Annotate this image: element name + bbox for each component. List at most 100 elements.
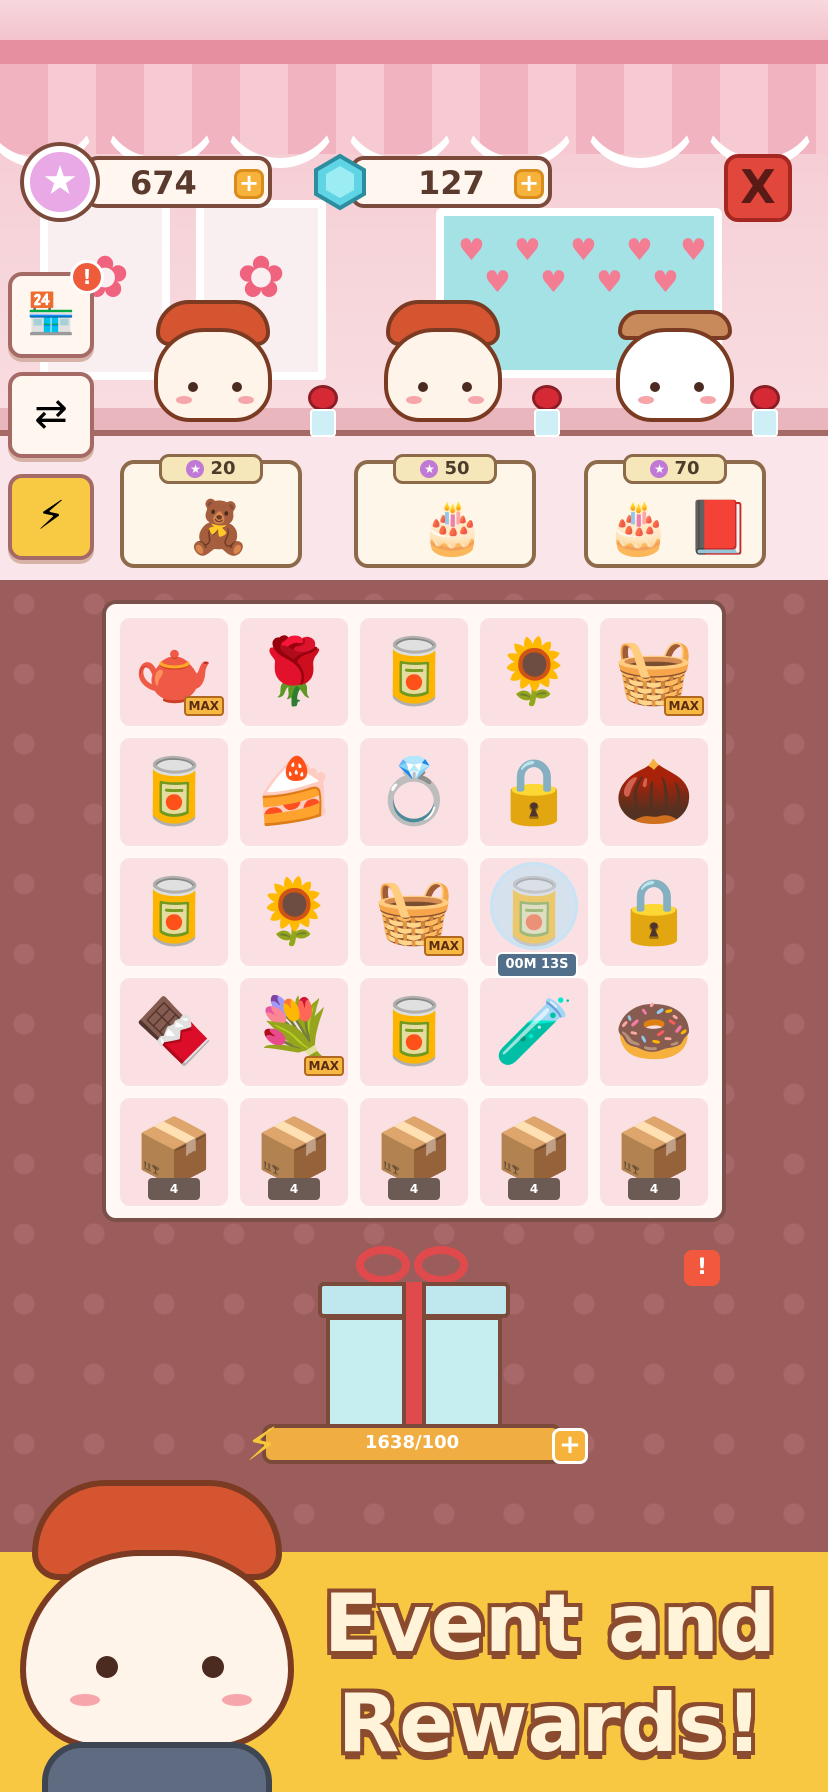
sunflower-icon: 🌻	[254, 875, 334, 949]
board-cell[interactable]: 🌻	[240, 858, 348, 966]
gift-box-generator[interactable]	[318, 1244, 510, 1428]
sunflower-seed-icon: 🌰	[614, 755, 694, 829]
character-blush	[468, 396, 484, 404]
heart-lock-icon: 🔒	[614, 875, 694, 949]
gem-currency-value: 127	[418, 164, 485, 202]
gem-currency-bar: 127 +	[350, 156, 552, 208]
character-face	[616, 328, 734, 422]
board-cell[interactable]: 🍫	[120, 978, 228, 1086]
offer-card[interactable]: ★ 50 🎂	[354, 454, 536, 568]
donut-icon: 🍩	[614, 995, 694, 1069]
board-cell[interactable]: 🥫 00M 13S	[480, 858, 588, 978]
lock-level-tag: 4	[268, 1178, 320, 1200]
potion-bottle-icon: 🧪	[494, 995, 574, 1069]
star-currency-value: 674	[130, 164, 197, 202]
shop-icon: 🏪	[26, 291, 76, 337]
sunflower-icon: 🌻	[494, 635, 574, 709]
chocolate-bar-icon: 🍫	[134, 995, 214, 1069]
add-gems-button[interactable]: +	[514, 169, 544, 199]
board-cell[interactable]: 🌻	[480, 618, 588, 726]
board-cell[interactable]: 🧺 MAX	[600, 618, 708, 726]
cake-icon: 🎂	[606, 498, 671, 558]
locked-cell[interactable]: 📦 4	[120, 1098, 228, 1206]
board-cell[interactable]: 🌰	[600, 738, 708, 846]
board-cell[interactable]: 🍩	[600, 978, 708, 1086]
teddy-bear-icon: 🧸	[186, 498, 251, 558]
board-cell[interactable]: 🥫	[120, 738, 228, 846]
promo-line-2: Rewards!	[337, 1677, 763, 1770]
close-button[interactable]: X	[724, 154, 792, 222]
board-cell[interactable]: 🧪	[480, 978, 588, 1086]
generator-alert-badge[interactable]: !	[684, 1250, 720, 1286]
rose-vase-icon	[748, 385, 782, 437]
drink-can-icon: 🥫	[134, 875, 214, 949]
awning	[0, 40, 828, 64]
locked-cell[interactable]: 📦 4	[360, 1098, 468, 1206]
offer-price: 50	[444, 458, 470, 479]
offer-price: 20	[210, 458, 236, 479]
locked-cell[interactable]: 📦 4	[480, 1098, 588, 1206]
offer-price-tag: ★ 50	[393, 454, 497, 484]
board-cell[interactable]: 🫖 MAX	[120, 618, 228, 726]
swap-button[interactable]: ⇄	[8, 372, 94, 458]
promo-headline: Event and Rewards!	[300, 1574, 800, 1774]
character-blush	[238, 396, 254, 404]
offer-card[interactable]: ★ 70 🎂 📕	[584, 454, 766, 568]
board-cell[interactable]: 🍰	[240, 738, 348, 846]
book-icon: 📕	[686, 498, 751, 558]
mascot-blush	[222, 1694, 252, 1706]
lightning-bolt-icon: ⚡	[245, 1417, 279, 1471]
cake-icon: 🎂	[420, 498, 485, 558]
board-cell[interactable]: 🥫	[360, 978, 468, 1086]
max-tag: MAX	[303, 1056, 344, 1076]
hamster-chef-character[interactable]	[148, 300, 278, 430]
hamster-mascot	[12, 1480, 302, 1792]
curtain-drape	[580, 108, 700, 168]
board-cell[interactable]: 💍	[360, 738, 468, 846]
gift-ribbon	[402, 1282, 426, 1428]
character-blush	[638, 396, 654, 404]
mascot-eye	[96, 1656, 118, 1678]
star-currency-icon	[24, 146, 96, 218]
lock-level-tag: 4	[628, 1178, 680, 1200]
shop-alert-badge: !	[70, 260, 104, 294]
lock-level-tag: 4	[508, 1178, 560, 1200]
rose-icon: 🌹	[254, 635, 334, 709]
energy-progress-bar: 1638/100	[262, 1424, 562, 1464]
star-mini-icon: ★	[420, 460, 439, 478]
add-energy-button[interactable]: +	[552, 1428, 588, 1464]
board-cell[interactable]: 🔒	[600, 858, 708, 966]
board-cell[interactable]: 🌹	[240, 618, 348, 726]
board-cell[interactable]: 🥫	[360, 618, 468, 726]
promo-line-1: Event and	[323, 1577, 777, 1670]
character-eye	[232, 382, 242, 392]
board-cell[interactable]: 💐 MAX	[240, 978, 348, 1086]
board-cell[interactable]: 🔒	[480, 738, 588, 846]
energy-boost-button[interactable]: ⚡	[8, 474, 94, 560]
star-currency-bar: 674 +	[84, 156, 272, 208]
offer-card[interactable]: ★ 20 🧸	[120, 454, 302, 568]
add-stars-button[interactable]: +	[234, 169, 264, 199]
energy-icon: ⚡	[36, 493, 66, 539]
lock-level-tag: 4	[148, 1178, 200, 1200]
hamster-customer-character[interactable]	[610, 300, 740, 430]
character-eye	[462, 382, 472, 392]
character-blush	[700, 396, 716, 404]
cooldown-timer: 00M 13S	[496, 952, 578, 978]
roll-cake-icon: 🍰	[254, 755, 334, 829]
drink-can-icon: 🥫	[374, 995, 454, 1069]
character-blush	[176, 396, 192, 404]
locked-cell[interactable]: 📦 4	[600, 1098, 708, 1206]
swap-icon: ⇄	[34, 391, 68, 437]
max-tag: MAX	[423, 936, 464, 956]
heart-lock-icon: 🔒	[494, 755, 574, 829]
board-cell[interactable]: 🥫	[120, 858, 228, 966]
locked-cell[interactable]: 📦 4	[240, 1098, 348, 1206]
gem-icon	[314, 153, 366, 211]
character-blush	[406, 396, 422, 404]
ring-box-icon: 💍	[374, 755, 454, 829]
hamster-chef-character[interactable]	[378, 300, 508, 430]
drink-can-icon: 🥫	[374, 635, 454, 709]
board-cell[interactable]: 🧺 MAX	[360, 858, 468, 966]
rose-vase-icon	[530, 385, 564, 437]
